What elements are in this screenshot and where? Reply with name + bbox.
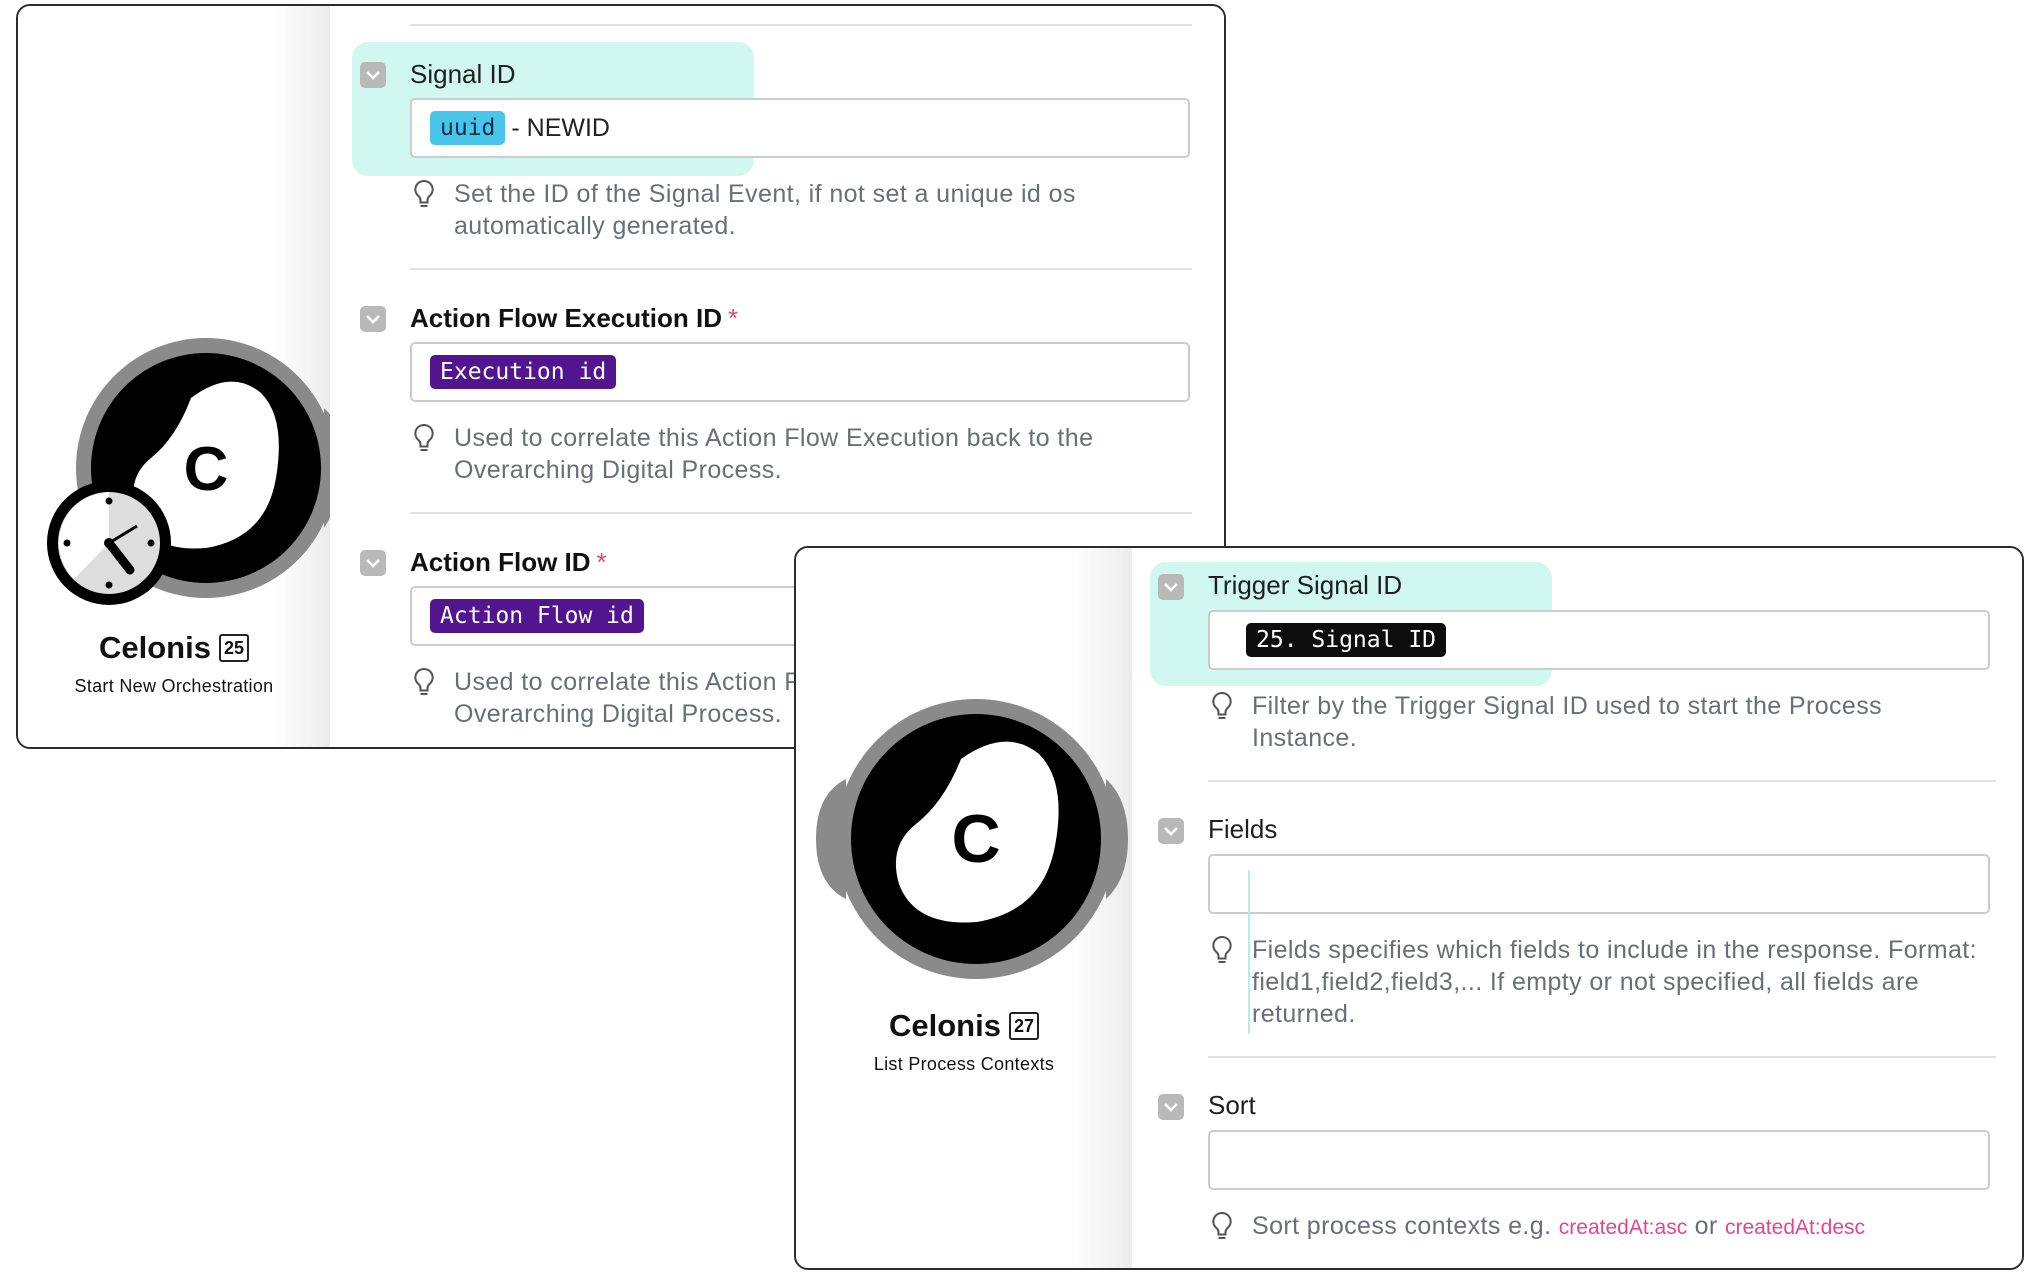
trigger-signal-id-input[interactable]: 25. Signal ID <box>1208 610 1990 670</box>
app-name: Celonis <box>99 630 211 665</box>
fields-input[interactable] <box>1208 854 1990 914</box>
variable-pill[interactable]: 25. Signal ID <box>1246 623 1447 657</box>
trigger-signal-id-label: Trigger Signal ID <box>1208 570 1403 600</box>
clock-icon <box>47 481 171 605</box>
chevron-down-icon <box>1164 583 1178 592</box>
variable-pill[interactable]: Execution id <box>430 355 617 389</box>
fields-hint: Fields specifies which fields to include… <box>1252 936 1977 1028</box>
module-title: Celonis 27 <box>796 1008 1132 1044</box>
trigger-signal-id-hint: Filter by the Trigger Signal ID used to … <box>1252 692 1883 752</box>
required-marker: * <box>728 303 739 333</box>
sort-label: Sort <box>1208 1090 1256 1120</box>
action-flow-execution-id-hint: Used to correlate this Action Flow Execu… <box>454 424 1094 484</box>
text-cursor <box>1248 870 1250 1034</box>
field-divider <box>410 268 1192 270</box>
field-divider <box>410 24 1192 26</box>
action-flow-execution-id-label: Action Flow Execution ID * <box>410 303 738 334</box>
hint-text: Sort process contexts e.g. <box>1252 1212 1552 1240</box>
field-toggle-checkbox[interactable] <box>1158 1094 1184 1120</box>
required-marker: * <box>596 547 607 577</box>
code-example: createdAt:desc <box>1724 1216 1866 1239</box>
app-name: Celonis <box>889 1008 1001 1043</box>
lightbulb-icon <box>1212 935 1232 963</box>
field-divider <box>1208 1056 1996 1058</box>
field-toggle-checkbox[interactable] <box>360 550 386 576</box>
celonis-module-node[interactable]: C <box>47 338 356 618</box>
field-divider <box>1208 780 1996 782</box>
field-toggle-checkbox[interactable] <box>360 62 386 88</box>
lightbulb-icon <box>414 179 434 207</box>
module-number-badge: 27 <box>1008 1012 1039 1040</box>
label-text: Action Flow Execution ID <box>410 303 723 333</box>
chevron-down-icon <box>366 71 380 80</box>
module-settings-form: Trigger Signal ID 25. Signal ID Filter b… <box>1132 548 2022 1268</box>
field-toggle-checkbox[interactable] <box>1158 818 1184 844</box>
sort-input[interactable] <box>1208 1130 1990 1190</box>
module-column: C Celonis 27 List Process Contexts <box>796 548 1132 1268</box>
celonis-logo-icon: C <box>816 699 1128 979</box>
svg-text:C: C <box>184 435 229 504</box>
chevron-down-icon <box>1164 1103 1178 1112</box>
module-column: C Celonis 25 Start New Orchestration <box>18 6 343 747</box>
list-process-contexts-panel: C Celonis 27 List Process Contexts Trigge… <box>794 546 2024 1270</box>
signal-id-input[interactable]: uuid - NEWID <box>410 98 1190 158</box>
module-title: Celonis 25 <box>18 630 330 666</box>
field-toggle-checkbox[interactable] <box>1158 574 1184 600</box>
chevron-down-icon <box>366 559 380 568</box>
hint-text: or <box>1694 1212 1718 1240</box>
module-number-badge: 25 <box>218 634 249 662</box>
lightbulb-icon <box>414 667 434 695</box>
pill-suffix-text: - NEWID <box>511 113 610 142</box>
variable-pill[interactable]: Action Flow id <box>430 599 644 633</box>
label-text: Action Flow ID <box>410 547 591 577</box>
action-flow-execution-id-input[interactable]: Execution id <box>410 342 1190 402</box>
signal-id-hint: Set the ID of the Signal Event, if not s… <box>454 180 1076 240</box>
lightbulb-icon <box>1212 691 1232 719</box>
action-flow-id-label: Action Flow ID * <box>410 547 607 578</box>
chevron-down-icon <box>1164 827 1178 836</box>
field-toggle-checkbox[interactable] <box>360 306 386 332</box>
variable-pill[interactable]: uuid <box>430 111 506 145</box>
lightbulb-icon <box>414 423 434 451</box>
module-action-label: List Process Contexts <box>873 1054 1055 1074</box>
chevron-down-icon <box>366 315 380 324</box>
module-action-label: Start New Orchestration <box>74 676 274 696</box>
fields-label: Fields <box>1208 814 1278 844</box>
sort-hint: Sort process contexts e.g. createdAt:asc… <box>1252 1210 2012 1244</box>
celonis-module-node[interactable]: C <box>806 694 1146 984</box>
signal-id-label: Signal ID <box>410 59 516 89</box>
field-divider <box>410 512 1192 514</box>
lightbulb-icon <box>1212 1211 1232 1239</box>
svg-text:C: C <box>951 801 1000 877</box>
code-example: createdAt:asc <box>1558 1216 1688 1239</box>
